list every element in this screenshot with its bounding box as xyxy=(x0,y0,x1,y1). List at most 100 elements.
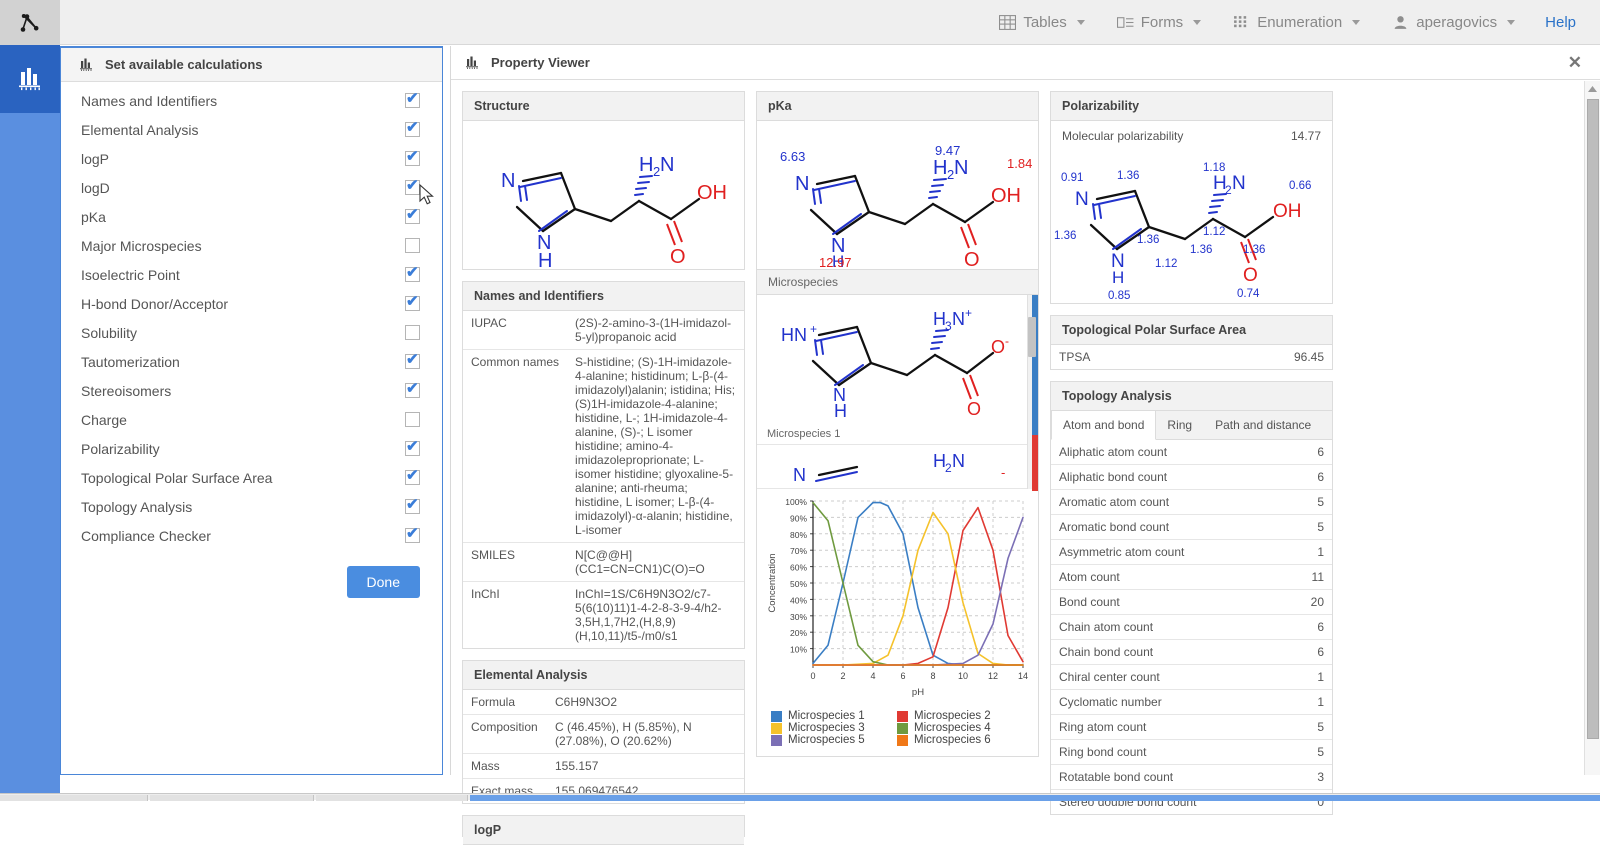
calc-item-8[interactable]: Solubility xyxy=(61,318,442,347)
taskbar-slot-2[interactable] xyxy=(150,795,314,801)
polarizability-card: Polarizability Molecular polarizability … xyxy=(1050,91,1333,304)
polarizability-value-6: 1.18 xyxy=(1203,162,1225,174)
taskbar-slot-3[interactable] xyxy=(316,795,468,801)
table-row: Asymmetric atom count1 xyxy=(1051,540,1332,565)
property-viewer-header: Property Viewer ✕ xyxy=(451,46,1600,80)
nav-item-tables[interactable]: Tables xyxy=(983,0,1100,45)
calc-item-label: pKa xyxy=(81,209,106,225)
row-key: Chain bond count xyxy=(1051,640,1221,665)
row-value: 5 xyxy=(1221,715,1332,740)
nav-item-enumeration[interactable]: Enumeration xyxy=(1217,0,1376,45)
pka-label-2: 1.84 xyxy=(1007,156,1032,171)
row-value: 6 xyxy=(1221,640,1332,665)
legend-item-2[interactable]: Microspecies 3 xyxy=(771,722,883,734)
calc-item-checkbox[interactable] xyxy=(405,441,420,456)
calc-item-checkbox[interactable] xyxy=(405,325,420,340)
calc-item-5[interactable]: Major Microspecies xyxy=(61,231,442,260)
scroll-up-icon[interactable] xyxy=(1585,81,1600,97)
legend-swatch xyxy=(771,723,782,734)
polarizability-value-0: 0.91 xyxy=(1061,172,1083,184)
nav-item-tables-label: Tables xyxy=(1023,14,1066,31)
row-key: SMILES xyxy=(463,543,567,582)
legend-label: Microspecies 1 xyxy=(788,710,865,722)
calc-item-0[interactable]: Names and Identifiers xyxy=(61,86,442,115)
done-button[interactable]: Done xyxy=(347,566,420,598)
microspecies-item-1: HN + N H H 3 N + O - O Microspecies xyxy=(757,295,1038,445)
svg-text:2: 2 xyxy=(840,671,845,681)
app-logo[interactable] xyxy=(0,0,60,45)
row-value: 1 xyxy=(1221,665,1332,690)
calc-item-9[interactable]: Tautomerization xyxy=(61,347,442,376)
row-value: 5 xyxy=(1221,740,1332,765)
calc-item-4[interactable]: pKa xyxy=(61,202,442,231)
table-row: Aliphatic atom count6 xyxy=(1051,440,1332,465)
calc-item-label: Names and Identifiers xyxy=(81,93,217,109)
legend-item-3[interactable]: Microspecies 4 xyxy=(897,722,1009,734)
microspecies-scroll-thumb[interactable] xyxy=(1028,317,1036,357)
row-key: Chiral center count xyxy=(1051,665,1221,690)
molecular-polarizability-value: 14.77 xyxy=(1291,129,1321,143)
calc-item-11[interactable]: Charge xyxy=(61,405,442,434)
calc-item-checkbox[interactable] xyxy=(405,354,420,369)
calc-panel-title: Set available calculations xyxy=(105,57,263,72)
svg-text:10%: 10% xyxy=(790,645,807,655)
calc-item-checkbox[interactable] xyxy=(405,93,420,108)
close-icon[interactable]: ✕ xyxy=(1564,53,1586,73)
polarizability-value-4: 1.36 xyxy=(1190,244,1212,256)
row-key: Aliphatic atom count xyxy=(1051,440,1221,465)
calc-item-checkbox[interactable] xyxy=(405,383,420,398)
viewer-scroll-thumb[interactable] xyxy=(1587,99,1599,739)
calc-item-checkbox[interactable] xyxy=(405,470,420,485)
viewer-scrollbar[interactable] xyxy=(1584,81,1600,775)
legend-item-0[interactable]: Microspecies 1 xyxy=(771,710,883,722)
calc-item-checkbox[interactable] xyxy=(405,412,420,427)
calc-item-checkbox[interactable] xyxy=(405,296,420,311)
legend-item-4[interactable]: Microspecies 5 xyxy=(771,734,883,746)
calc-item-13[interactable]: Topological Polar Surface Area xyxy=(61,463,442,492)
microspecies-scrollbar[interactable] xyxy=(1027,295,1038,489)
calc-item-checkbox[interactable] xyxy=(405,122,420,137)
calc-item-15[interactable]: Compliance Checker xyxy=(61,521,442,550)
calc-item-checkbox[interactable] xyxy=(405,267,420,282)
calc-item-2[interactable]: logP xyxy=(61,144,442,173)
svg-text:70%: 70% xyxy=(790,546,807,556)
table-row: TPSA96.45 xyxy=(1051,345,1332,369)
calc-item-checkbox[interactable] xyxy=(405,151,420,166)
pka-label-0: 6.63 xyxy=(780,149,805,164)
svg-text:O: O xyxy=(964,249,980,268)
calc-item-7[interactable]: H-bond Donor/Acceptor xyxy=(61,289,442,318)
calc-item-checkbox[interactable] xyxy=(405,499,420,514)
calc-item-6[interactable]: Isoelectric Point xyxy=(61,260,442,289)
row-key: Aromatic bond count xyxy=(1051,515,1221,540)
topology-tab-0[interactable]: Atom and bond xyxy=(1051,411,1156,440)
calc-item-1[interactable]: Elemental Analysis xyxy=(61,115,442,144)
taskbar-slot-1[interactable] xyxy=(0,795,148,801)
calc-item-checkbox[interactable] xyxy=(405,528,420,543)
row-key: Cyclomatic number xyxy=(1051,690,1221,715)
row-key: Ring bond count xyxy=(1051,740,1221,765)
rail-item-calculations[interactable] xyxy=(0,45,60,113)
calc-item-checkbox[interactable] xyxy=(405,180,420,195)
calc-item-14[interactable]: Topology Analysis xyxy=(61,492,442,521)
table-row: Ring atom count5 xyxy=(1051,715,1332,740)
topology-tab-2[interactable]: Path and distance xyxy=(1204,411,1323,439)
help-link[interactable]: Help xyxy=(1531,14,1590,31)
top-bar: Tables Forms Enumeration xyxy=(0,0,1600,45)
polarizability-value-3: 1.36 xyxy=(1137,234,1159,246)
calc-item-checkbox[interactable] xyxy=(405,238,420,253)
table-row: Aliphatic bond count6 xyxy=(1051,465,1332,490)
calc-item-12[interactable]: Polarizability xyxy=(61,434,442,463)
nav-item-forms[interactable]: Forms xyxy=(1101,0,1218,45)
table-row: Chiral center count1 xyxy=(1051,665,1332,690)
topology-tab-1[interactable]: Ring xyxy=(1156,411,1204,439)
legend-item-1[interactable]: Microspecies 2 xyxy=(897,710,1009,722)
legend-item-5[interactable]: Microspecies 6 xyxy=(897,734,1009,746)
structure-depiction: N N H H 2 N OH O xyxy=(463,121,744,269)
calc-item-10[interactable]: Stereoisomers xyxy=(61,376,442,405)
nav-item-user[interactable]: aperagovics xyxy=(1376,0,1531,45)
calc-item-checkbox[interactable] xyxy=(405,209,420,224)
legend-swatch xyxy=(771,711,782,722)
taskbar-slot-active[interactable] xyxy=(470,795,1600,801)
calc-item-3[interactable]: logD xyxy=(61,173,442,202)
chart-series-0 xyxy=(813,503,1023,665)
